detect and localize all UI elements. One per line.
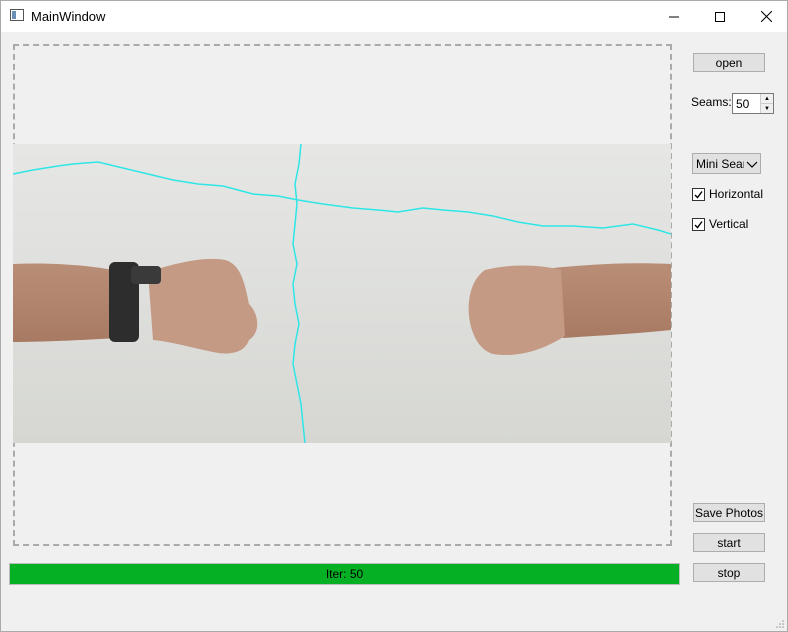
chevron-up-icon: ▲ <box>764 95 770 102</box>
seams-spinbox[interactable]: 50 ▲ ▼ <box>732 93 774 114</box>
maximize-icon <box>715 11 725 22</box>
mode-selected: Mini Seam <box>696 157 744 171</box>
app-icon <box>10 9 24 21</box>
vertical-label: Vertical <box>709 217 749 231</box>
title-bar: MainWindow <box>1 1 787 32</box>
horizontal-label: Horizontal <box>709 187 764 201</box>
minimize-icon <box>669 16 679 17</box>
close-icon <box>760 11 772 22</box>
start-button[interactable]: start <box>693 533 765 552</box>
main-window: MainWindow open Seams: 50 ▲ ▼ Mini Sea H… <box>0 0 788 632</box>
spin-up-button[interactable]: ▲ <box>760 94 773 104</box>
progress-bar: Iter: 50 <box>9 563 680 585</box>
checkmark-icon <box>694 190 703 199</box>
save-photos-button[interactable]: Save Photos <box>693 503 765 522</box>
chevron-down-icon <box>746 161 758 168</box>
photo-with-seams <box>13 144 671 443</box>
left-arm <box>13 263 118 342</box>
chevron-down-icon: ▼ <box>764 105 770 112</box>
checkmark-icon <box>694 220 703 229</box>
maximize-button[interactable] <box>697 1 743 32</box>
horizontal-checkbox[interactable]: Horizontal <box>692 187 763 201</box>
stop-button[interactable]: stop <box>693 563 765 582</box>
seams-value[interactable]: 50 <box>736 97 749 111</box>
horizontal-checkbox-box[interactable] <box>692 187 705 201</box>
minimize-button[interactable] <box>651 1 697 32</box>
open-button[interactable]: open <box>693 53 765 72</box>
progress-text: Iter: 50 <box>325 567 364 581</box>
spin-down-button[interactable]: ▼ <box>760 104 773 113</box>
mode-combobox[interactable]: Mini Seam <box>692 153 761 174</box>
seams-label: Seams: <box>691 95 732 109</box>
right-fist <box>468 265 565 356</box>
resize-grip-icon[interactable] <box>775 619 785 629</box>
vertical-checkbox[interactable]: Vertical <box>692 217 748 231</box>
window-title: MainWindow <box>31 9 106 24</box>
close-button[interactable] <box>743 1 788 32</box>
right-arm <box>553 263 671 338</box>
vertical-checkbox-box[interactable] <box>692 217 705 231</box>
watch-face <box>131 266 161 284</box>
